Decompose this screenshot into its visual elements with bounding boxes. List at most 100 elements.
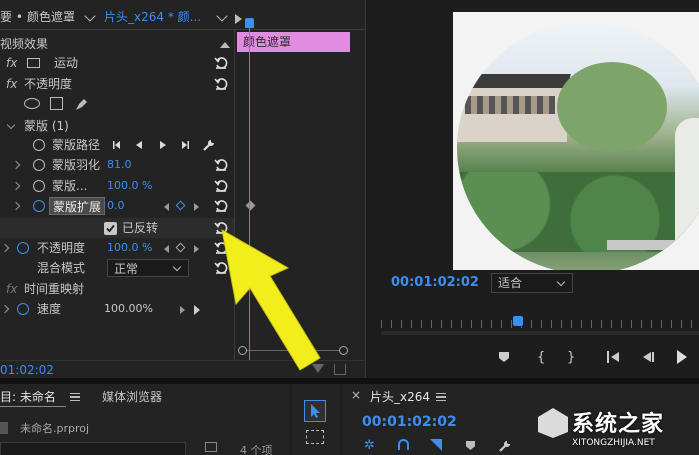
stopwatch-active-icon[interactable] <box>33 200 45 212</box>
close-icon[interactable]: × <box>351 388 361 402</box>
add-marker-icon[interactable] <box>430 439 442 451</box>
track-forward-icon[interactable] <box>180 140 190 150</box>
monitor-scroll-track[interactable] <box>381 331 699 335</box>
tab-media-browser[interactable]: 媒体浏览器 <box>102 388 162 405</box>
go-to-in-icon[interactable] <box>607 351 621 363</box>
monitor-time-ruler[interactable] <box>381 320 699 328</box>
project-search-input[interactable] <box>0 442 186 455</box>
stopwatch-icon[interactable] <box>33 159 45 171</box>
mark-out-icon[interactable]: } <box>567 350 575 365</box>
timeline-tab-name[interactable]: 片头_x264 <box>370 388 430 405</box>
wrench-icon[interactable] <box>202 138 216 152</box>
menu-icon[interactable] <box>436 393 446 401</box>
effect-controls-header: 要 • 颜色遮罩 片头_x264 * 颜... <box>0 0 366 30</box>
mask-expansion-value[interactable]: 0.0 <box>107 196 125 216</box>
collapse-up-icon[interactable] <box>220 42 230 48</box>
stopwatch-icon[interactable] <box>33 180 45 192</box>
fx-icon[interactable]: fx <box>6 74 17 94</box>
menu-icon[interactable] <box>70 393 80 401</box>
timeline-clip-label: 颜色遮罩 <box>243 35 292 49</box>
next-keyframe-icon[interactable] <box>180 306 185 314</box>
chevron-down-icon[interactable] <box>216 10 228 22</box>
marker-icon[interactable] <box>466 441 475 450</box>
add-keyframe-icon[interactable] <box>175 200 186 211</box>
effect-timecode[interactable]: 01:02:02 <box>0 363 54 377</box>
export-icon[interactable] <box>334 364 346 375</box>
expand-chevron-icon[interactable] <box>11 160 21 170</box>
expand-chevron-icon[interactable] <box>0 243 10 253</box>
fx-motion-row[interactable]: fx 运动 <box>0 53 234 73</box>
monitor-playhead[interactable] <box>513 316 523 326</box>
snap-icon[interactable]: ✲ <box>364 438 375 453</box>
prev-keyframe-icon[interactable] <box>164 245 169 253</box>
fx-opacity-row[interactable]: fx 不透明度 <box>0 74 234 94</box>
mask-group-row[interactable]: 蒙版 (1) <box>0 116 234 136</box>
mask-opacity-value[interactable]: 100.0 % <box>107 176 152 196</box>
track-one-forward-icon[interactable] <box>158 140 168 150</box>
collapse-chevron-icon[interactable] <box>6 120 16 130</box>
step-back-icon[interactable] <box>641 351 655 363</box>
prev-keyframe-icon[interactable] <box>164 203 169 211</box>
reset-icon[interactable] <box>214 77 228 91</box>
wrench-icon[interactable] <box>498 439 512 453</box>
pen-mask-icon[interactable] <box>74 96 90 112</box>
play-icon[interactable] <box>677 350 687 364</box>
track-select-tool[interactable] <box>306 430 324 444</box>
fit-select[interactable]: 适合 <box>491 273 573 293</box>
reset-icon[interactable] <box>214 199 228 213</box>
monitor-timecode[interactable]: 00:01:02:02 <box>391 275 479 290</box>
section-title: 视频效果 <box>0 37 49 51</box>
watermark-logo-icon <box>538 408 568 438</box>
timeline-timecode[interactable]: 00:01:02:02 <box>362 414 457 430</box>
chevron-down-icon[interactable] <box>84 10 96 22</box>
mask-feather-value[interactable]: 81.0 <box>107 155 132 175</box>
mask-path-label: 蒙版路径 <box>52 138 101 152</box>
project-file-name: 未命名.prproj <box>20 422 90 435</box>
mark-in-icon[interactable]: { <box>537 350 545 365</box>
blend-mode-select[interactable]: 正常 <box>107 259 189 277</box>
expand-chevron-icon[interactable] <box>11 181 21 191</box>
inverted-row: 已反转 <box>0 218 234 238</box>
time-remap-row[interactable]: fx 时间重映射 <box>0 279 234 299</box>
keyframe-diamond[interactable] <box>245 200 256 211</box>
reset-icon[interactable] <box>214 158 228 172</box>
motion-transform-icon <box>27 58 40 68</box>
track-one-backward-icon[interactable] <box>134 140 144 150</box>
timeline-clip-bar[interactable]: 颜色遮罩 <box>237 32 350 52</box>
tab-project[interactable]: 目: 未命名 <box>0 388 56 405</box>
opacity-value[interactable]: 100.0 % <box>107 238 152 258</box>
add-keyframe-icon[interactable] <box>175 242 186 253</box>
tools-panel <box>292 384 340 455</box>
ellipse-mask-icon[interactable] <box>24 98 40 109</box>
stopwatch-icon[interactable] <box>33 139 45 151</box>
blend-mode-label: 混合模式 <box>37 261 86 275</box>
speed-value[interactable]: 100.00% <box>104 299 153 319</box>
play-only-icon[interactable] <box>235 14 242 24</box>
track-backward-icon[interactable] <box>112 140 122 150</box>
add-marker-icon[interactable] <box>499 352 509 362</box>
fx-icon[interactable]: fx <box>6 53 17 73</box>
stopwatch-icon[interactable] <box>17 303 29 315</box>
rectangle-mask-icon[interactable] <box>50 97 63 110</box>
expand-chevron-icon[interactable] <box>11 201 21 211</box>
annotation-arrow <box>221 229 321 371</box>
new-bin-icon[interactable] <box>205 442 217 452</box>
sequence-clip-name[interactable]: 片头_x264 * 颜... <box>104 8 201 25</box>
speed-label: 速度 <box>37 302 62 316</box>
playhead-handle[interactable] <box>245 18 254 28</box>
linked-selection-icon[interactable] <box>398 439 409 450</box>
project-panel: 目: 未命名 媒体浏览器 未命名.prproj 4 个项 <box>0 384 290 455</box>
stopwatch-active-icon[interactable] <box>17 242 29 254</box>
next-keyframe-icon[interactable] <box>194 203 199 211</box>
source-clip-name[interactable]: 颜色遮罩 <box>27 8 75 25</box>
selection-tool[interactable] <box>304 400 326 422</box>
inverted-checkbox[interactable] <box>104 222 117 235</box>
next-keyframe-icon[interactable] <box>194 245 199 253</box>
reset-icon[interactable] <box>214 56 228 70</box>
zoom-handle-right[interactable] <box>339 346 348 355</box>
reset-icon[interactable] <box>214 179 228 193</box>
program-monitor: 00:01:02:02 适合 { } <box>367 0 699 378</box>
chevron-down-icon <box>172 262 182 272</box>
expand-chevron-icon[interactable] <box>0 304 10 314</box>
go-to-next-icon[interactable] <box>194 305 200 315</box>
